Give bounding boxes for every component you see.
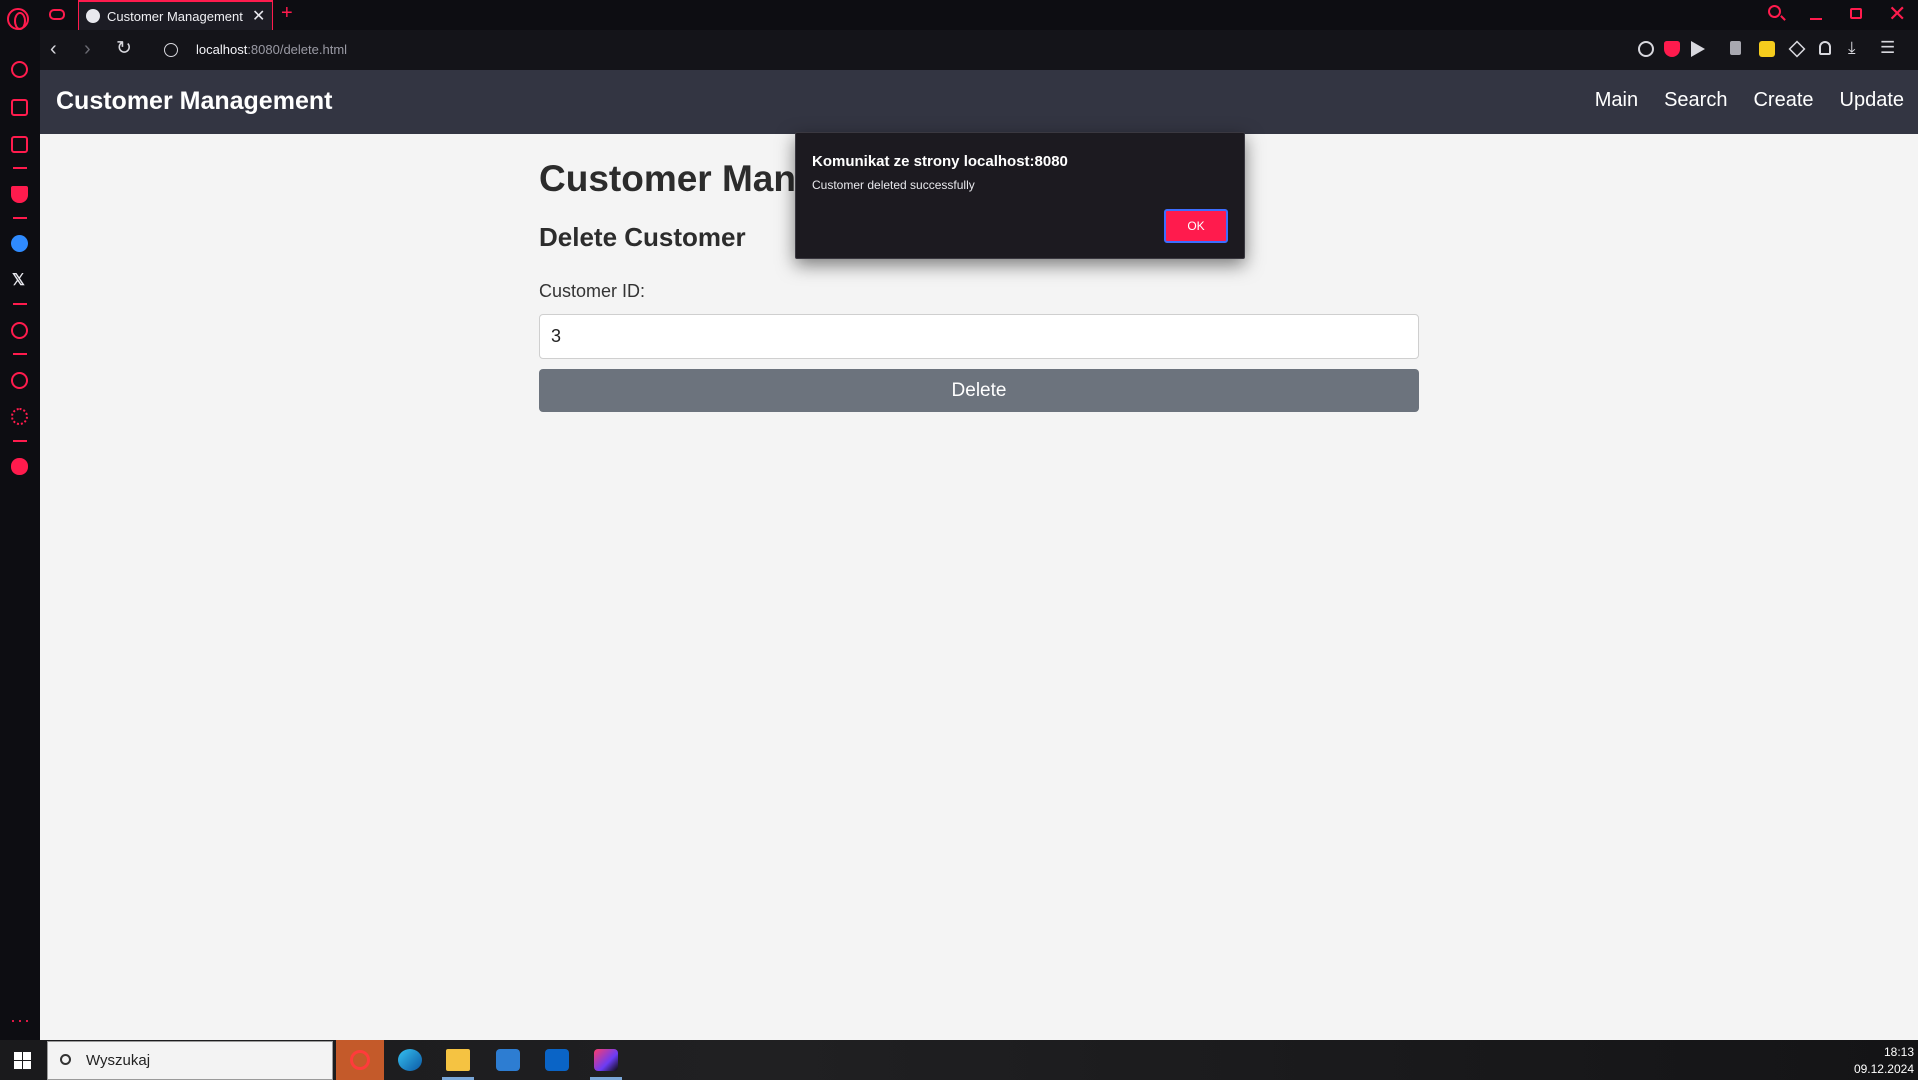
tab-title: Customer Management	[107, 9, 243, 24]
x-twitter-icon[interactable]: 𝕏	[12, 270, 29, 289]
messenger-icon[interactable]	[11, 235, 28, 252]
site-header: Customer Management Main Search Create U…	[40, 70, 1918, 134]
windows-taskbar: Wyszukaj 18:13 09.12.2024	[0, 1040, 1918, 1080]
outlook-icon	[545, 1049, 569, 1071]
easy-setup-icon[interactable]: ☰	[1880, 38, 1895, 58]
dialog-message: Customer deleted successfully	[812, 178, 975, 192]
profile-icon[interactable]	[1819, 41, 1831, 55]
store-icon	[496, 1049, 520, 1071]
site-nav: Main Search Create Update	[1595, 89, 1918, 112]
taskbar-clock[interactable]: 18:13 09.12.2024	[1846, 1044, 1914, 1078]
taskbar-search-placeholder: Wyszukaj	[86, 1052, 151, 1069]
browser-tab-bar: Customer Management ✕ + ✕	[0, 0, 1918, 30]
reload-icon[interactable]: ↻	[116, 37, 132, 60]
taskbar-search-box[interactable]: Wyszukaj	[47, 1041, 333, 1080]
taskbar-opera-gx[interactable]	[336, 1040, 384, 1080]
customer-id-label: Customer ID:	[539, 281, 646, 301]
taskbar-edge[interactable]	[386, 1040, 434, 1080]
customer-id-input[interactable]	[539, 314, 1419, 359]
dialog-ok-button[interactable]: OK	[1164, 209, 1228, 243]
taskbar-store[interactable]	[484, 1040, 532, 1080]
taskbar-outlook[interactable]	[533, 1040, 581, 1080]
extension-yellow-icon[interactable]	[1759, 41, 1775, 57]
sidebar-more-icon[interactable]: ···	[10, 1010, 31, 1031]
url-host: localhost	[196, 42, 248, 57]
extension-doc-icon[interactable]	[1730, 41, 1741, 55]
window-close-icon[interactable]: ✕	[1888, 1, 1906, 27]
window-restore-icon[interactable]	[1850, 8, 1862, 19]
site-title: Customer Management	[56, 87, 333, 115]
url-field[interactable]: localhost:8080/delete.html	[196, 42, 347, 57]
browser-tab[interactable]: Customer Management ✕	[78, 0, 273, 30]
new-tab-icon[interactable]: +	[281, 2, 293, 25]
extensions-cube-icon[interactable]	[1788, 40, 1806, 58]
delete-button[interactable]: Delete	[539, 369, 1419, 412]
address-bar: ‹ › ↻ localhost:8080/delete.html ⤓ ☰	[40, 30, 1918, 70]
clock-date: 09.12.2024	[1853, 1062, 1914, 1076]
tab-search-icon[interactable]	[1768, 5, 1781, 18]
tab-close-icon[interactable]: ✕	[252, 6, 265, 26]
history-icon[interactable]	[11, 372, 28, 389]
alert-dialog: Komunikat ze strony localhost:8080 Custo…	[795, 132, 1245, 259]
adblock-shield-icon[interactable]	[1664, 41, 1680, 57]
intellij-icon	[594, 1049, 618, 1071]
tab-favicon-icon	[86, 9, 100, 23]
nav-main[interactable]: Main	[1595, 89, 1638, 112]
folder-icon	[446, 1049, 470, 1071]
windows-start-icon[interactable]	[14, 1052, 31, 1069]
aria-icon[interactable]	[11, 186, 28, 203]
nav-create[interactable]: Create	[1753, 89, 1813, 112]
opera-gx-icon	[350, 1050, 370, 1070]
gaming-bag-icon[interactable]	[11, 99, 28, 116]
twitch-icon[interactable]	[11, 136, 28, 153]
send-icon[interactable]	[1691, 41, 1705, 57]
taskbar-file-explorer[interactable]	[434, 1040, 482, 1080]
window-minimize-icon[interactable]	[1810, 18, 1822, 20]
speed-dial-icon[interactable]	[11, 61, 28, 78]
dialog-title: Komunikat ze strony localhost:8080	[812, 153, 1068, 170]
nav-update[interactable]: Update	[1840, 89, 1905, 112]
clock-time: 18:13	[1883, 1045, 1914, 1059]
nav-search[interactable]: Search	[1664, 89, 1727, 112]
web-page: Customer Management Main Search Create U…	[40, 70, 1918, 1041]
opera-menu-icon[interactable]	[7, 8, 29, 30]
downloads-icon[interactable]: ⤓	[1848, 38, 1856, 58]
snapshot-icon[interactable]	[1638, 41, 1654, 57]
edge-icon	[398, 1049, 422, 1071]
back-icon[interactable]: ‹	[50, 38, 57, 61]
player-icon[interactable]	[11, 322, 28, 339]
settings-gear-icon[interactable]	[11, 408, 28, 425]
vpn-badge-icon[interactable]	[11, 458, 28, 475]
search-icon	[60, 1054, 71, 1065]
browser-sidebar: 𝕏 ···	[0, 30, 40, 1041]
url-path: :8080/delete.html	[247, 42, 348, 57]
site-info-icon[interactable]	[164, 43, 178, 57]
taskbar-intellij[interactable]	[582, 1040, 630, 1080]
forward-icon[interactable]: ›	[84, 38, 91, 61]
gx-control-icon[interactable]	[49, 9, 65, 20]
